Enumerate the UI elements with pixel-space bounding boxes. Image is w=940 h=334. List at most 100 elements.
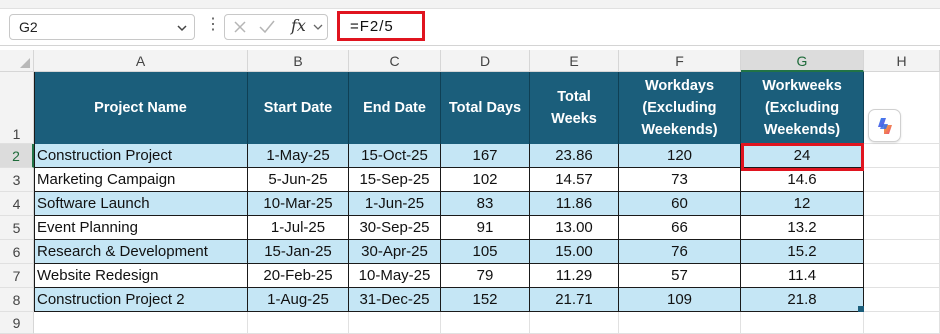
table-cell[interactable]: 5-Jun-25 (248, 168, 349, 192)
table-cell[interactable]: 12 (741, 192, 864, 216)
row-header-2[interactable]: 2 (0, 144, 34, 168)
header-cell[interactable]: Total Days (441, 72, 530, 144)
enter-check-icon[interactable] (258, 19, 276, 35)
row-header-5[interactable]: 5 (0, 216, 34, 240)
table-cell[interactable]: 15.2 (741, 240, 864, 264)
chevron-down-icon[interactable] (176, 21, 188, 39)
header-cell[interactable]: Start Date (248, 72, 349, 144)
empty-cell[interactable] (864, 168, 940, 192)
header-cell[interactable]: Workweeks (Excluding Weekends) (741, 72, 864, 144)
table-cell[interactable]: 20-Feb-25 (248, 264, 349, 288)
column-header-a[interactable]: A (34, 50, 248, 72)
row-header-6[interactable]: 6 (0, 240, 34, 264)
row-header-3[interactable]: 3 (0, 168, 34, 192)
table-cell[interactable]: 66 (619, 216, 741, 240)
table-cell[interactable]: 79 (441, 264, 530, 288)
table-cell[interactable]: 13.2 (741, 216, 864, 240)
table-cell[interactable]: 11.4 (741, 264, 864, 288)
column-header-e[interactable]: E (530, 50, 619, 72)
cancel-icon[interactable] (232, 19, 248, 35)
empty-cell[interactable] (864, 312, 940, 334)
table-cell[interactable]: Construction Project 2 (34, 288, 248, 312)
table-cell[interactable]: 14.57 (530, 168, 619, 192)
row-header-9[interactable]: 9 (0, 312, 34, 334)
empty-cell[interactable] (864, 192, 940, 216)
table-cell[interactable]: 23.86 (530, 144, 619, 168)
row-header-7[interactable]: 7 (0, 264, 34, 288)
formula-input[interactable]: =F2/5 (337, 11, 425, 41)
table-cell[interactable]: 10-Mar-25 (248, 192, 349, 216)
table-cell[interactable]: 83 (441, 192, 530, 216)
column-header-f[interactable]: F (619, 50, 741, 72)
empty-cell[interactable] (248, 312, 349, 334)
table-cell[interactable]: Website Redesign (34, 264, 248, 288)
header-label-line: Weekends) (763, 122, 841, 138)
table-cell[interactable]: 57 (619, 264, 741, 288)
table-cell[interactable]: 167 (441, 144, 530, 168)
table-cell[interactable]: 30-Sep-25 (349, 216, 441, 240)
header-cell[interactable]: Project Name (34, 72, 248, 144)
row-header-8[interactable]: 8 (0, 288, 34, 312)
table-cell[interactable]: 15-Jan-25 (248, 240, 349, 264)
table-cell[interactable]: 31-Dec-25 (349, 288, 441, 312)
table-cell[interactable]: 14.6 (741, 168, 864, 192)
empty-cell[interactable] (864, 264, 940, 288)
table-cell[interactable]: 120 (619, 144, 741, 168)
table-cell[interactable]: 1-Aug-25 (248, 288, 349, 312)
table-cell[interactable]: 76 (619, 240, 741, 264)
table-cell[interactable]: 21.71 (530, 288, 619, 312)
table-cell[interactable]: Research & Development (34, 240, 248, 264)
empty-cell[interactable] (441, 312, 530, 334)
table-cell[interactable]: 73 (619, 168, 741, 192)
copilot-icon[interactable] (868, 109, 901, 142)
table-cell[interactable]: Marketing Campaign (34, 168, 248, 192)
table-cell[interactable]: 102 (441, 168, 530, 192)
table-cell[interactable]: 30-Apr-25 (349, 240, 441, 264)
chevron-down-icon[interactable] (313, 22, 323, 32)
empty-cell[interactable] (864, 216, 940, 240)
table-cell[interactable]: 15-Sep-25 (349, 168, 441, 192)
fill-handle[interactable] (858, 306, 864, 312)
name-box[interactable]: G2 (9, 14, 195, 40)
insert-function-icon[interactable]: fx (291, 16, 306, 35)
table-cell[interactable]: 10-May-25 (349, 264, 441, 288)
empty-cell[interactable] (864, 288, 940, 312)
table-cell[interactable]: 109 (619, 288, 741, 312)
header-cell[interactable]: Total Weeks (530, 72, 619, 144)
table-cell[interactable]: 11.86 (530, 192, 619, 216)
header-label-line: (Excluding (764, 100, 840, 116)
table-cell[interactable]: 1-Jun-25 (349, 192, 441, 216)
header-cell[interactable]: Workdays (Excluding Weekends) (619, 72, 741, 144)
table-cell[interactable]: 11.29 (530, 264, 619, 288)
table-cell[interactable]: 60 (619, 192, 741, 216)
table-cell[interactable]: 105 (441, 240, 530, 264)
table-cell[interactable]: 15.00 (530, 240, 619, 264)
empty-cell[interactable] (349, 312, 441, 334)
table-cell[interactable]: 21.8 (741, 288, 864, 312)
table-cell[interactable]: 1-Jul-25 (248, 216, 349, 240)
table-cell[interactable]: 1-May-25 (248, 144, 349, 168)
empty-cell[interactable] (619, 312, 741, 334)
table-cell[interactable]: 152 (441, 288, 530, 312)
column-header-g[interactable]: G (741, 50, 864, 72)
empty-cell[interactable] (741, 312, 864, 334)
table-cell[interactable]: 91 (441, 216, 530, 240)
column-header-h[interactable]: H (864, 50, 940, 72)
header-cell[interactable]: End Date (349, 72, 441, 144)
table-cell[interactable]: Construction Project (34, 144, 248, 168)
table-cell[interactable]: 13.00 (530, 216, 619, 240)
select-all-corner[interactable] (0, 50, 34, 72)
table-cell[interactable]: Event Planning (34, 216, 248, 240)
more-options-icon[interactable]: ⋮ (205, 17, 221, 33)
row-header-1[interactable]: 1 (0, 72, 34, 144)
empty-cell[interactable] (864, 240, 940, 264)
empty-cell[interactable] (530, 312, 619, 334)
table-cell[interactable]: Software Launch (34, 192, 248, 216)
table-cell[interactable]: 15-Oct-25 (349, 144, 441, 168)
empty-cell[interactable] (34, 312, 248, 334)
row-header-4[interactable]: 4 (0, 192, 34, 216)
column-header-d[interactable]: D (441, 50, 530, 72)
empty-cell[interactable] (864, 144, 940, 168)
column-header-c[interactable]: C (349, 50, 441, 72)
column-header-b[interactable]: B (248, 50, 349, 72)
